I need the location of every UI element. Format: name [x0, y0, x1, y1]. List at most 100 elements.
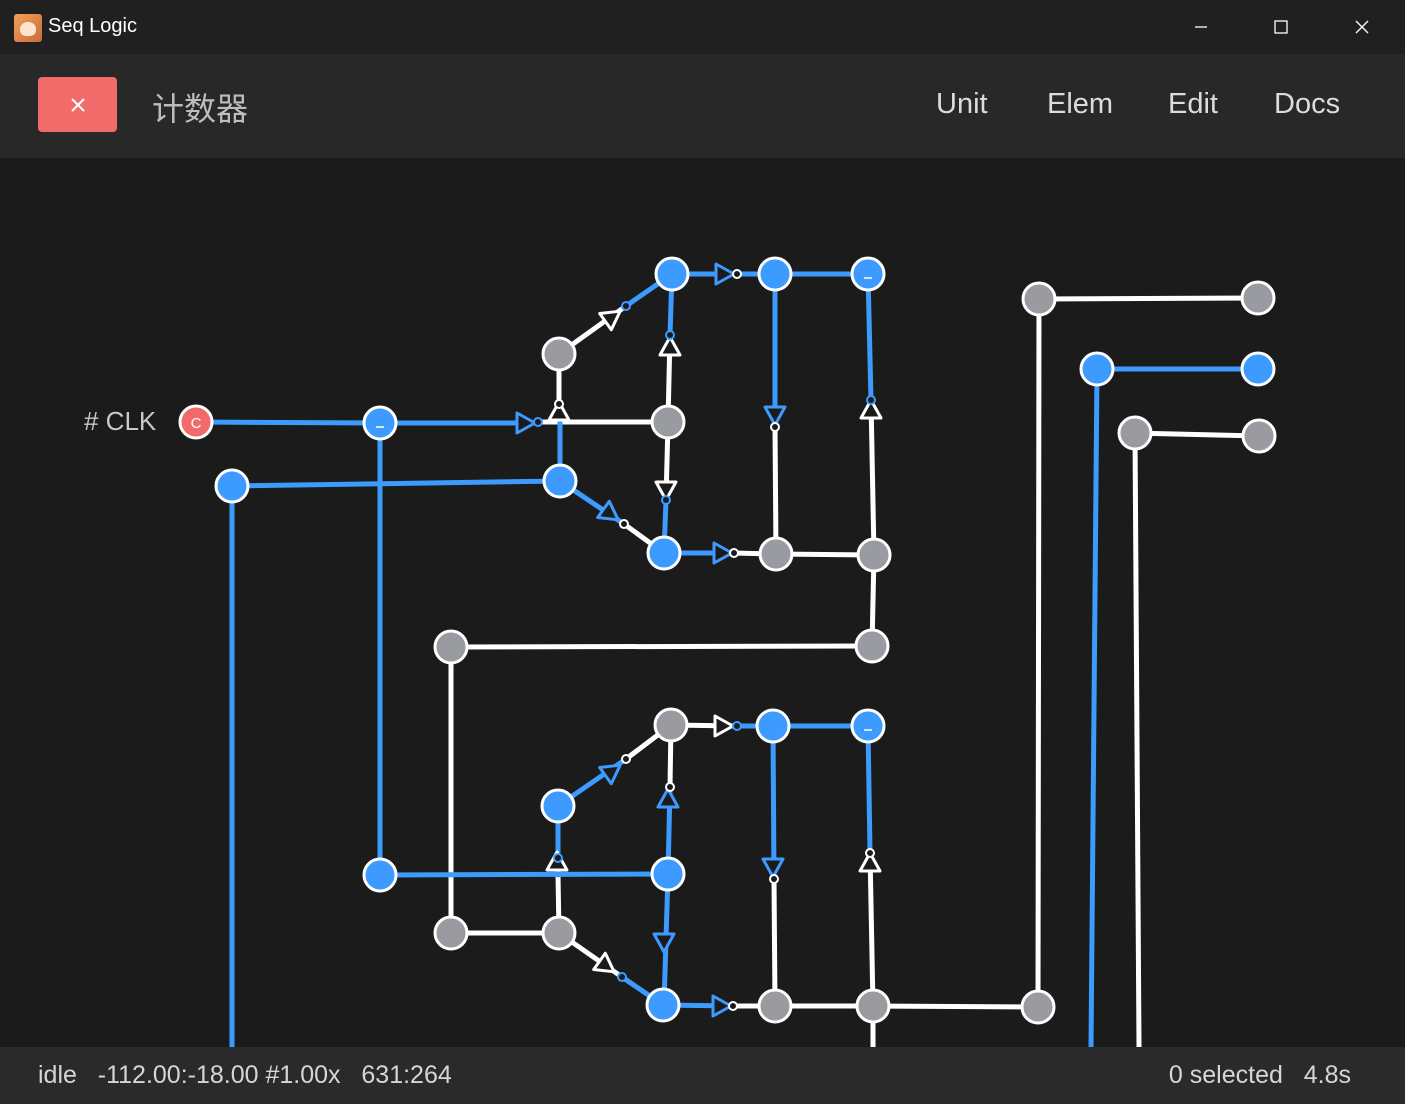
wire	[1088, 366, 1100, 1047]
document-title: 计数器	[152, 90, 249, 128]
wire	[865, 723, 873, 856]
circuit-node	[653, 707, 689, 743]
status-cursor: 631:264	[361, 1061, 452, 1089]
arrow-gate-icon	[713, 714, 735, 738]
junction-dot	[728, 1001, 738, 1011]
circuit-node	[362, 405, 398, 441]
window-titlebar: Seq Logic	[0, 0, 1405, 54]
wire	[771, 876, 778, 1009]
status-right: 0 selected 4.8s	[1169, 1061, 1351, 1090]
circuit-node	[855, 988, 891, 1024]
circuit-node	[541, 915, 577, 951]
status-selection: 0 selected	[1168, 1061, 1283, 1089]
wire	[448, 643, 875, 650]
junction-dot	[770, 422, 780, 432]
wire	[770, 723, 777, 882]
circuit-node	[1020, 989, 1056, 1025]
wire	[865, 271, 874, 403]
junction-dot	[553, 853, 563, 863]
circuit-node	[645, 987, 681, 1023]
circuit-node	[757, 988, 793, 1024]
circuit-node	[1021, 281, 1057, 317]
circuit-node	[755, 708, 791, 744]
clk-input-label: # CLK	[84, 406, 157, 436]
menu-elem[interactable]: Elem	[1047, 88, 1113, 121]
circuit-node	[1240, 280, 1276, 316]
junction-dot	[621, 754, 631, 764]
status-left: idle -112.00:-18.00 #1.00x 631:264	[38, 1061, 452, 1090]
circuit-node	[214, 468, 250, 504]
wire	[1036, 295, 1261, 302]
circuit-node	[542, 463, 578, 499]
junction-dot	[665, 782, 675, 792]
close-icon	[1355, 20, 1369, 34]
circuit-node	[433, 629, 469, 665]
circuit-diagram[interactable]: C	[0, 158, 1405, 1047]
status-state: idle	[38, 1061, 77, 1089]
app-logo-icon	[14, 14, 42, 42]
close-document-button[interactable]	[38, 77, 117, 132]
circuit-node	[650, 856, 686, 892]
wire	[229, 478, 563, 489]
circuit-node	[854, 628, 890, 664]
minimize-icon	[1195, 26, 1207, 28]
menu-unit[interactable]: Unit	[936, 88, 988, 121]
arrow-gate-icon	[592, 951, 616, 974]
window-close-button[interactable]	[1322, 0, 1402, 54]
wire	[1035, 296, 1042, 1010]
maximize-icon	[1274, 20, 1288, 34]
close-icon	[70, 97, 85, 112]
junction-dot	[617, 972, 627, 982]
circuit-canvas[interactable]: # CLK C	[0, 158, 1405, 1047]
circuit-node	[362, 857, 398, 893]
arrow-gate-icon	[652, 932, 676, 954]
junction-dot	[729, 548, 739, 558]
circuit-node	[433, 915, 469, 951]
circuit-node	[650, 404, 686, 440]
circuit-node	[646, 535, 682, 571]
arrow-gate-icon	[714, 262, 736, 286]
wire	[868, 397, 877, 558]
wire	[772, 424, 779, 557]
junction-dot	[769, 874, 779, 884]
junction-dot	[665, 330, 675, 340]
junction-dot	[621, 301, 631, 311]
circuit-node	[654, 256, 690, 292]
circuit-node	[850, 256, 886, 292]
circuit-node	[856, 537, 892, 573]
junction-dot	[732, 721, 742, 731]
circuit-node	[1117, 415, 1153, 451]
arrow-gate-icon	[515, 411, 537, 435]
wire	[193, 419, 383, 426]
clock-node-label: C	[191, 415, 202, 432]
wire	[867, 850, 876, 1009]
junction-dot	[732, 269, 742, 279]
menu-edit[interactable]: Edit	[1168, 88, 1218, 121]
menu-docs[interactable]: Docs	[1274, 88, 1340, 121]
circuit-node	[1240, 351, 1276, 387]
wire	[870, 1003, 1041, 1010]
junction-dot	[533, 417, 543, 427]
circuit-node	[758, 536, 794, 572]
circuit-node	[1241, 418, 1277, 454]
circuit-node	[540, 788, 576, 824]
wire	[377, 871, 671, 878]
circuit-node	[1079, 351, 1115, 387]
circuit-node	[541, 336, 577, 372]
status-view: -112.00:-18.00 #1.00x	[97, 1061, 341, 1089]
maximize-button[interactable]	[1241, 0, 1321, 54]
minimize-button[interactable]	[1161, 0, 1241, 54]
app-header: 计数器 Unit Elem Edit Docs	[0, 54, 1405, 158]
circuit-node	[850, 708, 886, 744]
junction-dot	[661, 495, 671, 505]
arrow-gate-icon	[656, 787, 680, 809]
status-time: 4.8s	[1303, 1061, 1351, 1089]
junction-dot	[619, 519, 629, 529]
junction-dot	[554, 399, 564, 409]
circuit-node	[757, 256, 793, 292]
status-bar: idle -112.00:-18.00 #1.00x 631:264 0 sel…	[0, 1047, 1405, 1104]
junction-dot	[866, 395, 876, 405]
wire	[1132, 430, 1262, 439]
junction-dot	[865, 848, 875, 858]
wire	[1132, 430, 1142, 1047]
